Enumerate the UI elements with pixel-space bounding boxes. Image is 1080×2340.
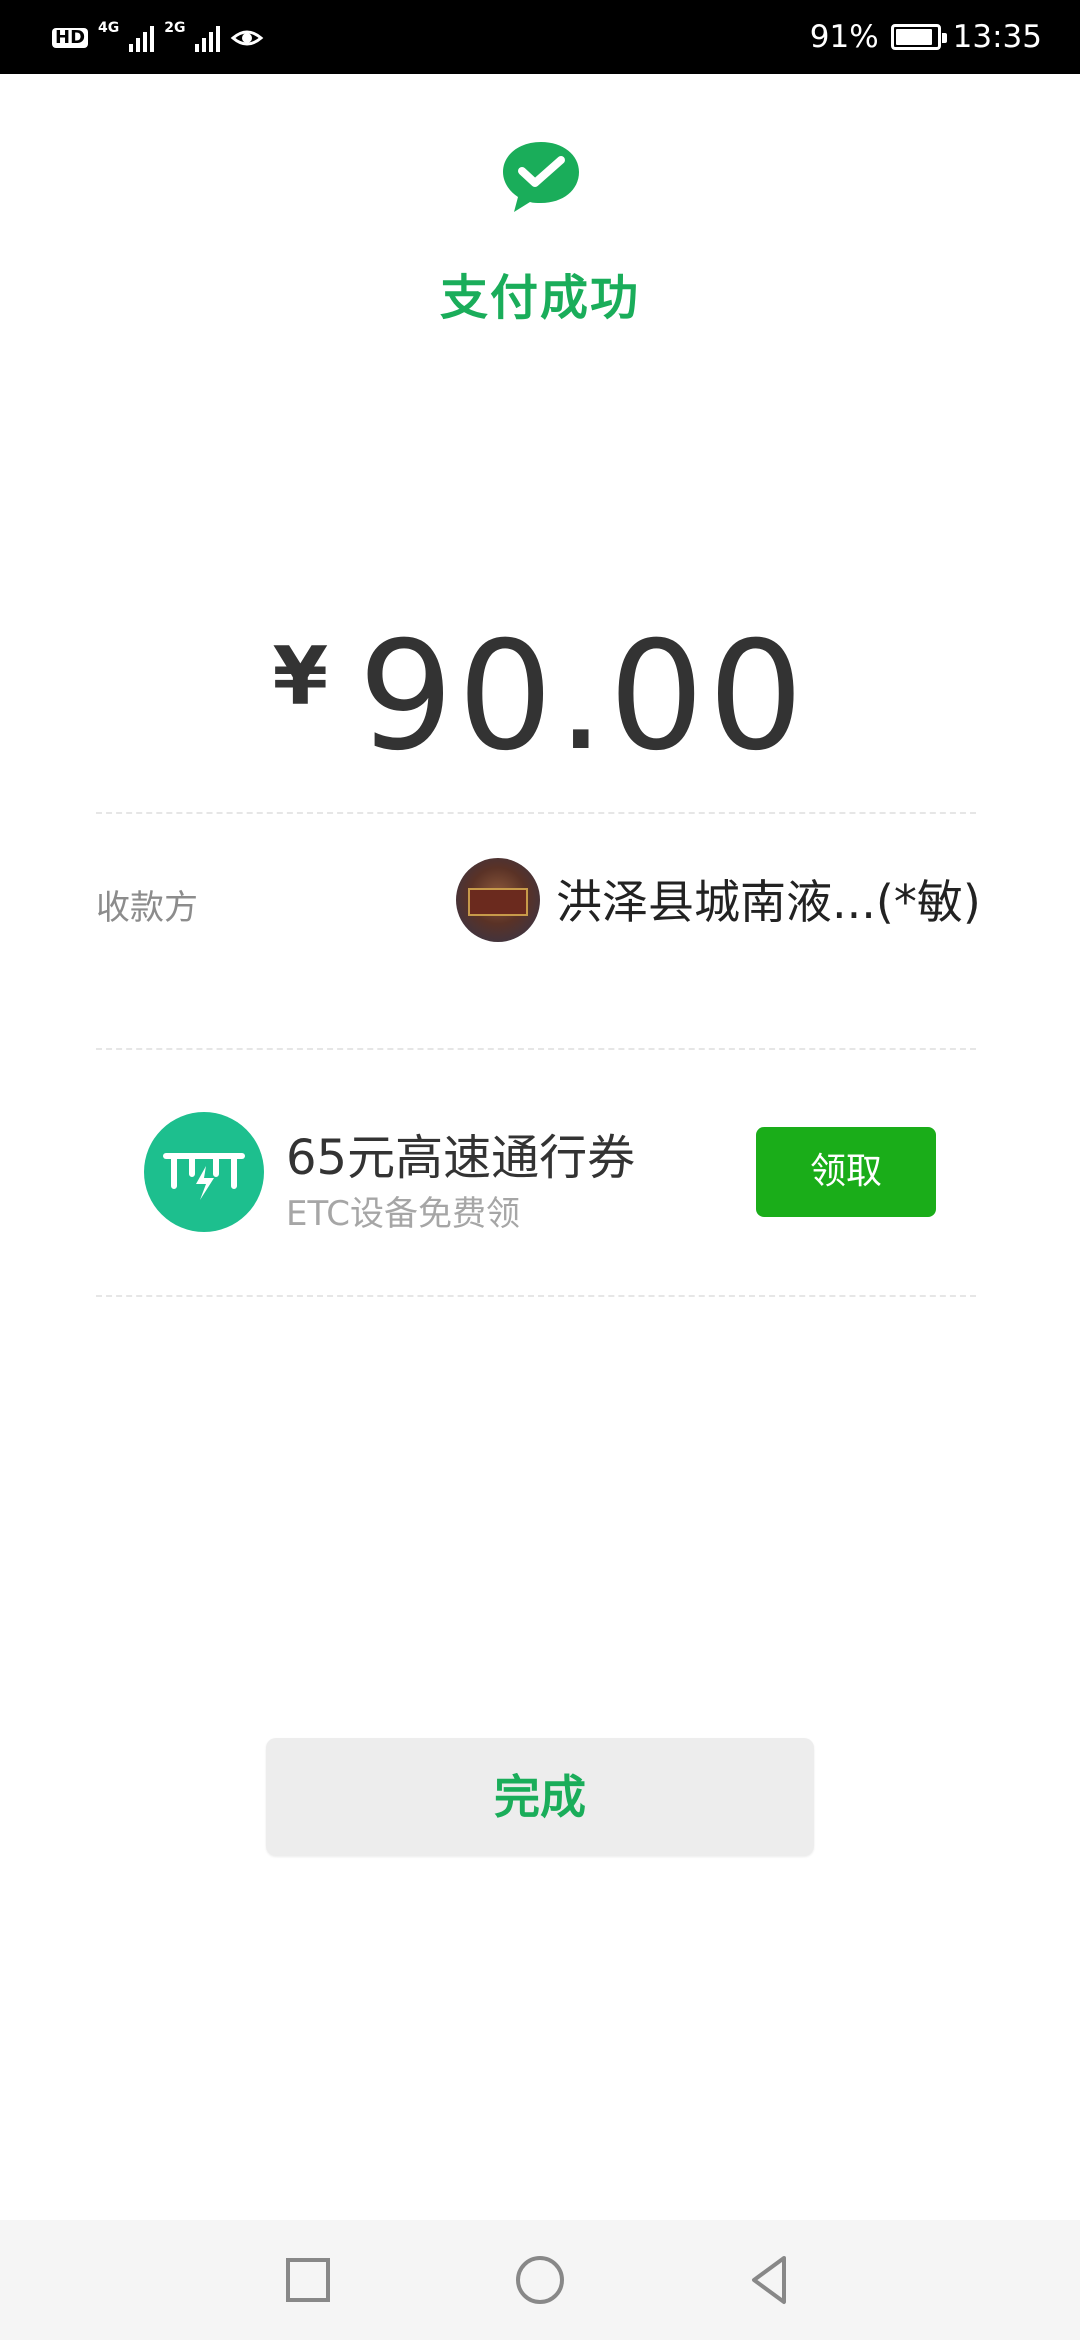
circle-icon[interactable] [510, 2250, 570, 2310]
hd-badge: HD [52, 28, 89, 48]
merchant-avatar [456, 858, 540, 942]
status-bar: HD 4G 2G 91% 13:35 [0, 0, 1080, 74]
etc-icon[interactable] [144, 1112, 264, 1232]
eye-icon [231, 30, 264, 46]
network-type-2: 2G [164, 20, 186, 36]
promo-title[interactable]: 65元高速通行券 [286, 1118, 635, 1188]
payment-success-title: 支付成功 [439, 270, 640, 326]
payee-label: 收款方 [96, 888, 198, 928]
divider [96, 1048, 976, 1050]
system-nav-bar [0, 2220, 1080, 2340]
divider [96, 1295, 976, 1297]
signal-icon-2 [195, 24, 221, 52]
status-right: 91% 13:35 [810, 14, 1042, 60]
network-type-1: 4G [98, 20, 120, 36]
amount-display: ¥90.00 [0, 610, 1080, 784]
payee-name: 洪泽县城南液...(*敏) [556, 875, 981, 929]
triangle-back-icon[interactable] [740, 2250, 800, 2310]
signal-icon [129, 24, 155, 52]
status-left: HD 4G 2G [52, 18, 264, 58]
battery-percent: 91% [809, 19, 879, 55]
divider [96, 812, 976, 814]
battery-icon [890, 24, 947, 50]
done-button[interactable]: 完成 [266, 1738, 814, 1856]
square-icon[interactable] [278, 2250, 338, 2310]
wechat-pay-check-icon [503, 142, 579, 212]
promo-subtitle: ETC设备免费领 [286, 1194, 520, 1234]
clock: 13:35 [952, 19, 1042, 55]
amount-value: 90.00 [358, 610, 808, 784]
claim-button[interactable]: 领取 [756, 1127, 936, 1217]
currency-symbol: ¥ [272, 630, 329, 723]
